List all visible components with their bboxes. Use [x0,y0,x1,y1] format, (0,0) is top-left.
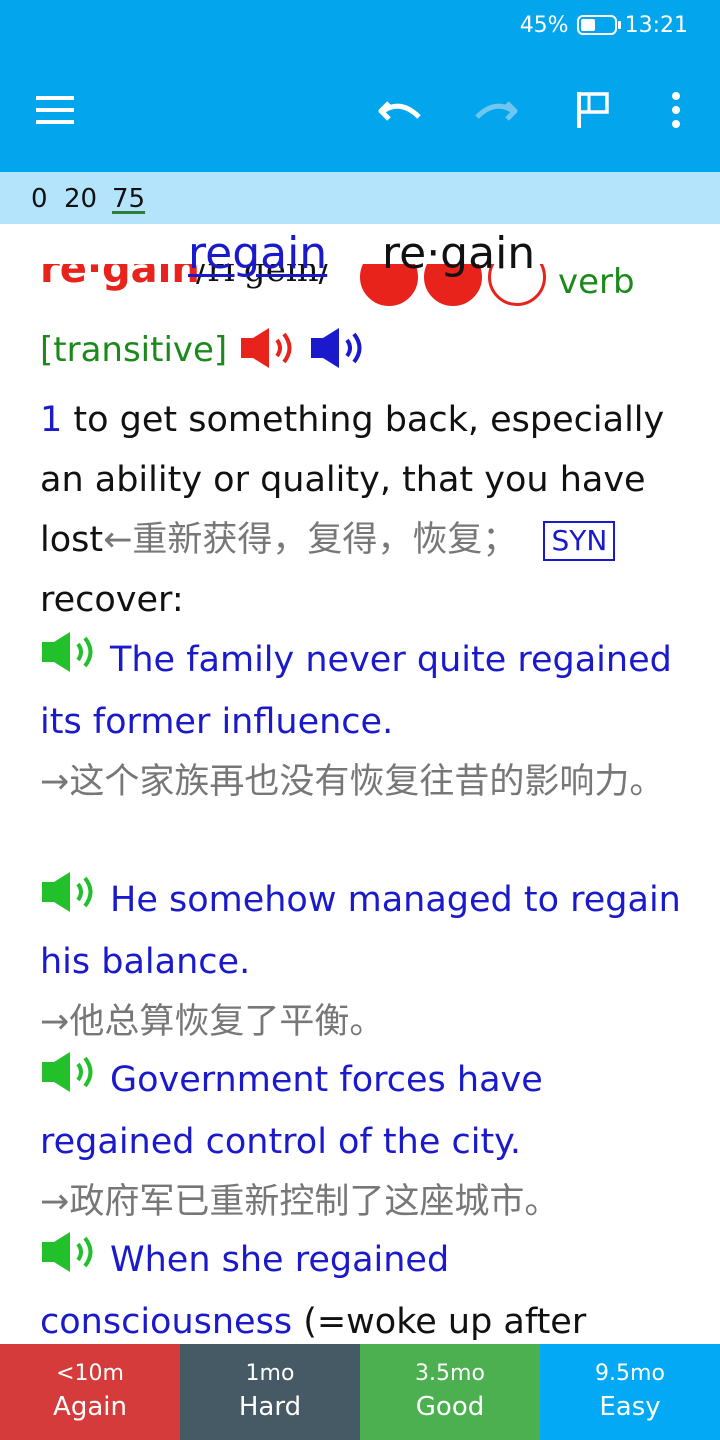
hard-label: Hard [238,1392,302,1422]
status-bar: 45% 13:21 [520,10,688,40]
definition: 1 to get something back, especially an a… [40,390,690,630]
card-content[interactable]: re·gain /rɪˈɡeɪn/ verb regain re·gain [t… [0,224,720,1344]
example-1: The family never quite regained its form… [40,630,690,812]
app-bar: 45% 13:21 [0,0,720,172]
undo-button[interactable] [370,80,430,140]
speaker-blue-icon [311,327,362,368]
new-count: 0 [31,184,48,214]
redo-button [466,80,526,140]
example-3: Government forces have regained control … [40,1050,690,1232]
speaker-green-icon [42,1051,93,1092]
example-speaker-button[interactable] [40,1051,100,1112]
sense-number: 1 [40,400,63,440]
undo-icon [378,101,421,121]
example-english: Government forces have regained control … [40,1060,543,1162]
speaker-green-icon [42,1231,93,1272]
example-english: He somehow managed to regain his balance… [40,880,681,982]
example-note: (=woke up after [292,1301,587,1342]
definition-translation: ←重新获得，复得，恢复； [103,520,518,560]
grammar-line: [transitive] [40,322,371,378]
example-4: When she regained consciousness (=woke u… [40,1230,690,1344]
speaker-green-icon [42,631,93,672]
hard-button[interactable]: 1mo Hard [180,1344,360,1440]
battery-fill [580,19,595,31]
example-translation: →政府军已重新控制了这座城市。 [40,1181,560,1222]
example-translation: →这个家族再也没有恢复往昔的影响力。 [40,761,665,802]
part-of-speech: verb [558,264,635,302]
example-english: The family never quite regained its form… [40,640,672,742]
example-speaker-button[interactable] [40,631,100,692]
more-options-button[interactable] [646,80,706,140]
answer-buttons: <10m Again 1mo Hard 3.5mo Good 9.5mo Eas… [0,1344,720,1440]
flag-icon [577,92,609,128]
good-label: Good [415,1392,485,1422]
easy-button[interactable]: 9.5mo Easy [540,1344,720,1440]
question-word-link[interactable]: regain [188,228,327,279]
hard-interval: 1mo [245,1361,295,1386]
flag-button[interactable] [563,80,623,140]
grammar-label: [transitive] [40,330,228,370]
again-interval: <10m [56,1361,124,1386]
more-vert-icon [672,92,680,128]
learning-count: 20 [64,184,98,214]
example-2: He somehow managed to regain his balance… [40,870,690,1052]
entry-headword-line: re·gain /rɪˈɡeɪn/ verb [40,264,700,314]
good-button[interactable]: 3.5mo Good [360,1344,540,1440]
speaker-uk-button[interactable] [239,326,301,375]
review-count: 75 [112,184,146,214]
menu-button[interactable] [26,80,86,140]
example-speaker-button[interactable] [40,1231,100,1292]
review-counts: 0 20 75 [0,172,720,224]
speaker-us-button[interactable] [309,326,371,375]
clock: 13:21 [624,12,688,38]
question-headword: re·gain [382,228,536,279]
battery-icon [576,15,621,35]
entry-headword: re·gain [40,264,200,292]
again-label: Again [53,1392,127,1422]
example-translation: →他总算恢复了平衡。 [40,1001,385,1042]
menu-icon [36,96,74,124]
example-speaker-button[interactable] [40,871,100,932]
speaker-green-icon [42,871,93,912]
speaker-red-icon [241,327,292,368]
easy-interval: 9.5mo [595,1361,665,1386]
easy-label: Easy [599,1392,661,1422]
battery-percent: 45% [519,12,569,38]
synonym-badge: SYN [543,521,616,561]
synonym-word: recover: [40,580,184,620]
again-button[interactable]: <10m Again [0,1344,180,1440]
redo-icon [475,101,518,121]
good-interval: 3.5mo [415,1361,485,1386]
